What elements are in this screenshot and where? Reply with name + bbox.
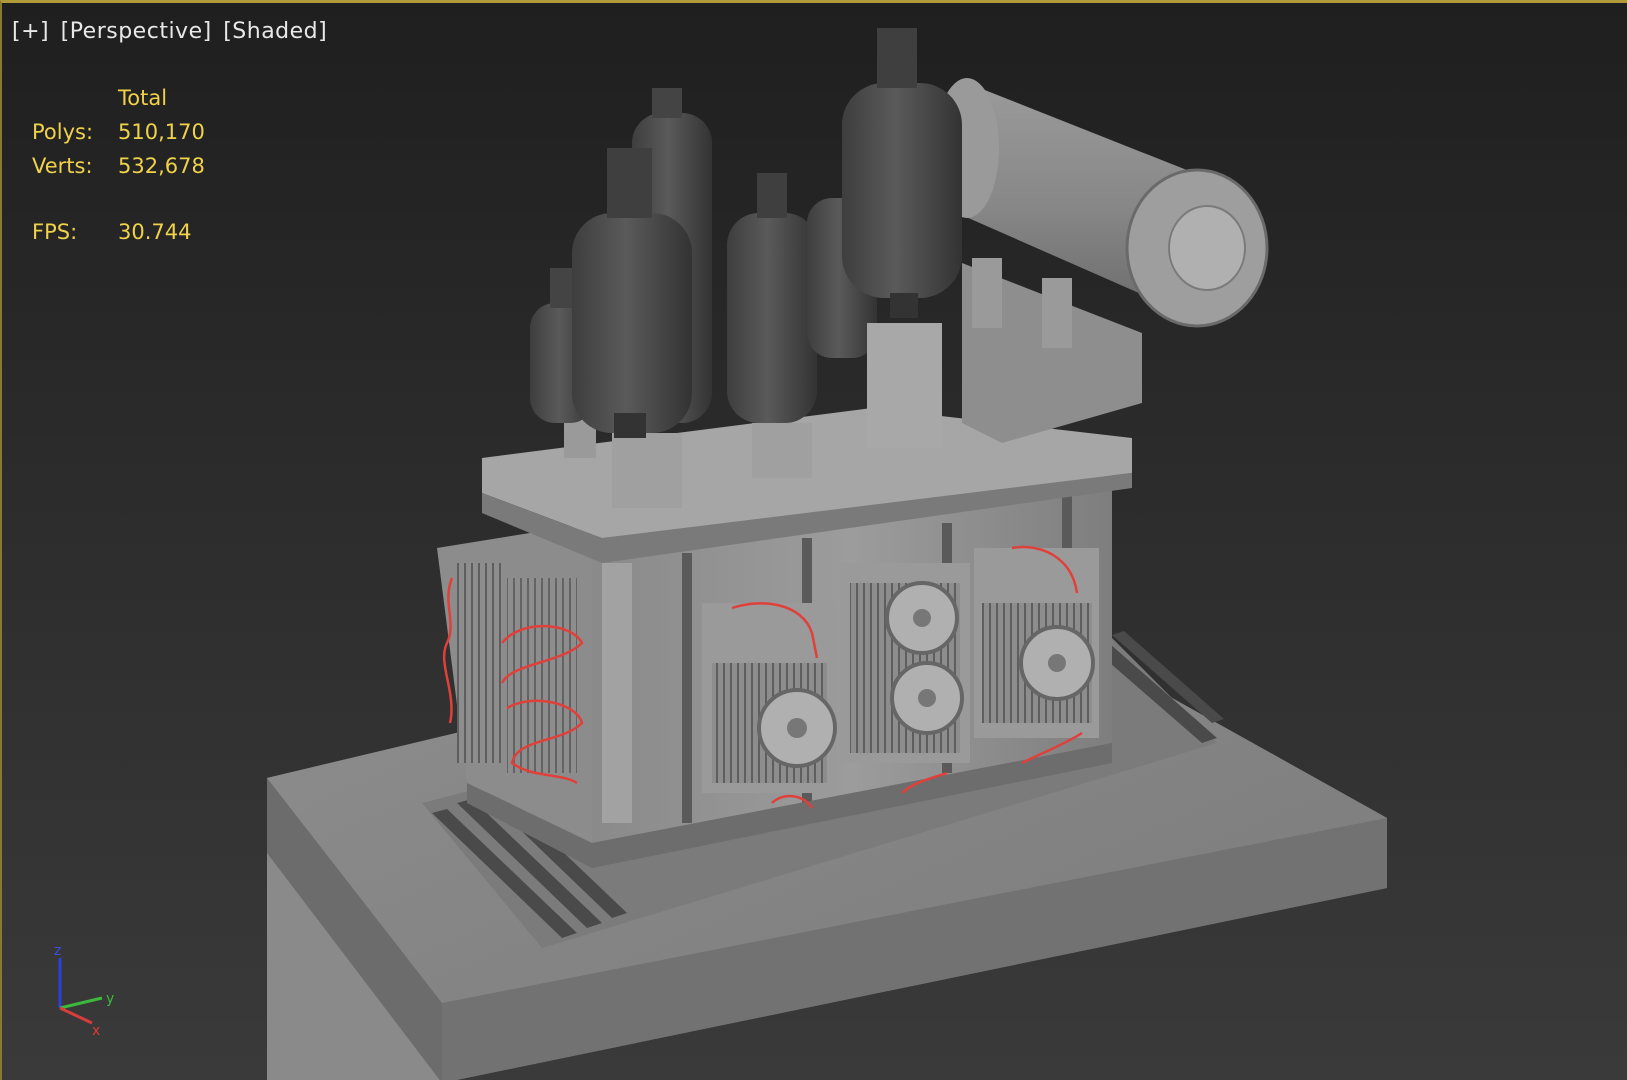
statistics-overlay: Total Polys: 510,170 Verts: 532,678 FPS:… [32, 81, 205, 249]
fps-label: FPS: [32, 220, 78, 244]
axis-gizmo: z y x [54, 943, 114, 1039]
scene-render[interactable]: z y x [2, 3, 1627, 1080]
verts-label: Verts: [32, 154, 93, 178]
viewport-label-menu: [+] [Perspective] [Shaded] [12, 19, 331, 44]
polys-label: Polys: [32, 120, 94, 144]
axis-z-label: z [54, 943, 61, 959]
perspective-viewport[interactable]: z y x [+] [Perspective] [Shaded] Total P… [0, 0, 1627, 1080]
viewport-plus-menu[interactable]: [+] [12, 19, 49, 44]
viewport-view-menu[interactable]: [Perspective] [61, 19, 212, 44]
conservator-bracket [962, 258, 1142, 443]
fps-value: 30.744 [118, 220, 192, 244]
verts-value: 532,678 [118, 154, 205, 178]
axis-y-label: y [106, 991, 114, 1007]
viewport-shading-menu[interactable]: [Shaded] [223, 19, 327, 44]
polys-value: 510,170 [118, 120, 205, 144]
axis-x-label: x [92, 1023, 100, 1039]
stats-header: Total [118, 86, 168, 110]
